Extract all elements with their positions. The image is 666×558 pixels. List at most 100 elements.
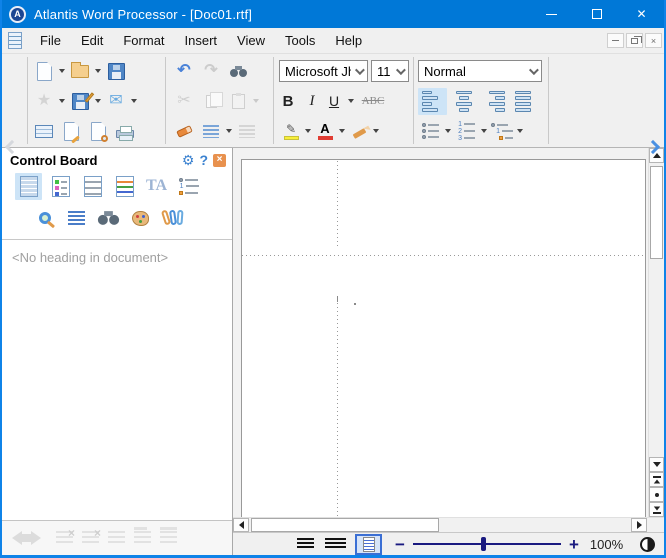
format-painter-dropdown[interactable] <box>373 129 379 133</box>
cb-headings-button[interactable] <box>15 173 42 200</box>
cut-button[interactable]: ✂ <box>172 88 196 114</box>
bullet-list-dropdown[interactable] <box>445 129 451 133</box>
scroll-down-button[interactable] <box>649 457 664 472</box>
underline-button[interactable]: U <box>327 88 341 114</box>
undo-button[interactable]: ↶ <box>172 58 196 84</box>
save-as-button[interactable] <box>68 88 92 114</box>
cb-sections-button[interactable] <box>79 173 106 200</box>
minimize-button[interactable] <box>529 0 574 28</box>
print-button[interactable] <box>113 118 137 144</box>
online-view-button[interactable] <box>325 538 346 550</box>
paste-dropdown[interactable] <box>253 99 259 103</box>
mdi-minimize-button[interactable] <box>607 33 624 48</box>
cb-bookmarks-button[interactable] <box>47 173 74 200</box>
cb-lists-button[interactable]: 1 <box>175 173 202 200</box>
italic-button[interactable]: I <box>304 88 320 114</box>
align-center-button[interactable] <box>449 88 478 115</box>
zoom-slider[interactable] <box>413 543 561 545</box>
document-options-button[interactable] <box>59 118 83 144</box>
underline-dropdown[interactable] <box>348 99 354 103</box>
find-button[interactable] <box>226 58 250 84</box>
paste-button[interactable] <box>226 88 250 114</box>
menu-edit[interactable]: Edit <box>71 29 113 52</box>
menu-format[interactable]: Format <box>113 29 174 52</box>
maximize-button[interactable] <box>574 0 619 28</box>
bold-button[interactable]: B <box>279 88 297 114</box>
new-document-dropdown[interactable] <box>59 69 65 73</box>
email-dropdown[interactable] <box>131 99 137 103</box>
redo-button[interactable]: ↷ <box>199 58 223 84</box>
horizontal-scrollbar[interactable] <box>233 517 664 532</box>
collapse-headings-button[interactable] <box>134 531 151 546</box>
menu-view[interactable]: View <box>227 29 275 52</box>
document-canvas[interactable] <box>233 148 648 517</box>
demote-heading-button[interactable] <box>108 531 125 546</box>
vertical-scrollbar[interactable] <box>648 148 664 517</box>
help-icon[interactable]: ? <box>199 153 208 167</box>
line-spacing-dropdown[interactable] <box>226 129 232 133</box>
strikethrough-button[interactable]: ABC <box>361 88 385 114</box>
sort-paragraphs-button[interactable] <box>235 118 259 144</box>
expand-headings-button[interactable] <box>160 531 177 546</box>
numbered-list-button[interactable]: 1 2 3 <box>454 118 478 144</box>
align-justify-button[interactable] <box>511 88 540 115</box>
vertical-scroll-track[interactable] <box>649 163 664 457</box>
horizontal-scroll-track[interactable] <box>439 518 631 532</box>
line-spacing-button[interactable] <box>199 118 223 144</box>
multilevel-list-dropdown[interactable] <box>517 129 523 133</box>
menu-file[interactable]: File <box>30 29 71 52</box>
draft-view-button[interactable] <box>297 538 314 550</box>
page-layout-view-button[interactable] <box>355 534 382 555</box>
eraser-button[interactable] <box>172 118 196 144</box>
next-page-button[interactable] <box>649 502 664 517</box>
menu-insert[interactable]: Insert <box>175 29 228 52</box>
font-size-combo[interactable]: 11 <box>371 60 409 82</box>
menu-help[interactable]: Help <box>325 29 372 52</box>
zoom-in-button[interactable]: + <box>569 536 579 553</box>
cb-find-button[interactable] <box>95 205 122 232</box>
multilevel-list-button[interactable]: 1 <box>490 118 514 144</box>
cb-paragraphs-button[interactable] <box>63 205 90 232</box>
settings-gear-icon[interactable]: ⚙ <box>182 153 195 167</box>
zoom-out-button[interactable]: − <box>395 536 405 553</box>
font-color-dropdown[interactable] <box>339 129 345 133</box>
envelope-address-button[interactable] <box>32 118 56 144</box>
format-painter-button[interactable] <box>347 118 371 144</box>
mdi-restore-button[interactable] <box>626 33 643 48</box>
open-dropdown[interactable] <box>95 69 101 73</box>
zoom-slider-thumb[interactable] <box>481 537 486 551</box>
save-button[interactable] <box>104 58 128 84</box>
close-button[interactable]: ✕ <box>619 0 664 28</box>
align-left-button[interactable] <box>418 88 447 115</box>
previous-page-button[interactable] <box>649 472 664 487</box>
style-combo[interactable]: Normal <box>418 60 542 82</box>
mdi-close-button[interactable]: × <box>645 33 662 48</box>
cb-zoom-view-button[interactable] <box>31 205 58 232</box>
cb-font-styles-button[interactable]: TA <box>143 173 170 200</box>
favorites-dropdown[interactable] <box>59 99 65 103</box>
vertical-scroll-thumb[interactable] <box>650 166 663 259</box>
copy-button[interactable] <box>199 88 223 114</box>
email-button[interactable]: ✉ <box>104 88 128 114</box>
scroll-left-button[interactable] <box>233 518 249 532</box>
delete-subheadings-button[interactable]: × <box>82 531 99 546</box>
document-page[interactable] <box>241 159 646 517</box>
font-color-button[interactable]: A <box>313 118 337 144</box>
nav-back-button[interactable] <box>12 531 22 545</box>
horizontal-scroll-thumb[interactable] <box>251 518 439 532</box>
cb-fields-button[interactable] <box>111 173 138 200</box>
print-preview-button[interactable] <box>86 118 110 144</box>
scroll-right-button[interactable] <box>631 518 647 532</box>
open-button[interactable] <box>68 58 92 84</box>
save-as-dropdown[interactable] <box>95 99 101 103</box>
new-document-button[interactable] <box>32 58 56 84</box>
delete-heading-button[interactable]: × <box>56 531 73 546</box>
favorites-button[interactable]: ★ <box>32 88 56 114</box>
highlight-button[interactable]: ✎ <box>279 118 303 144</box>
align-right-button[interactable] <box>480 88 509 115</box>
bullet-list-button[interactable] <box>418 118 442 144</box>
highlight-dropdown[interactable] <box>305 129 311 133</box>
numbered-list-dropdown[interactable] <box>481 129 487 133</box>
control-board-close-icon[interactable]: × <box>213 154 226 167</box>
cb-attachments-button[interactable] <box>159 205 186 232</box>
